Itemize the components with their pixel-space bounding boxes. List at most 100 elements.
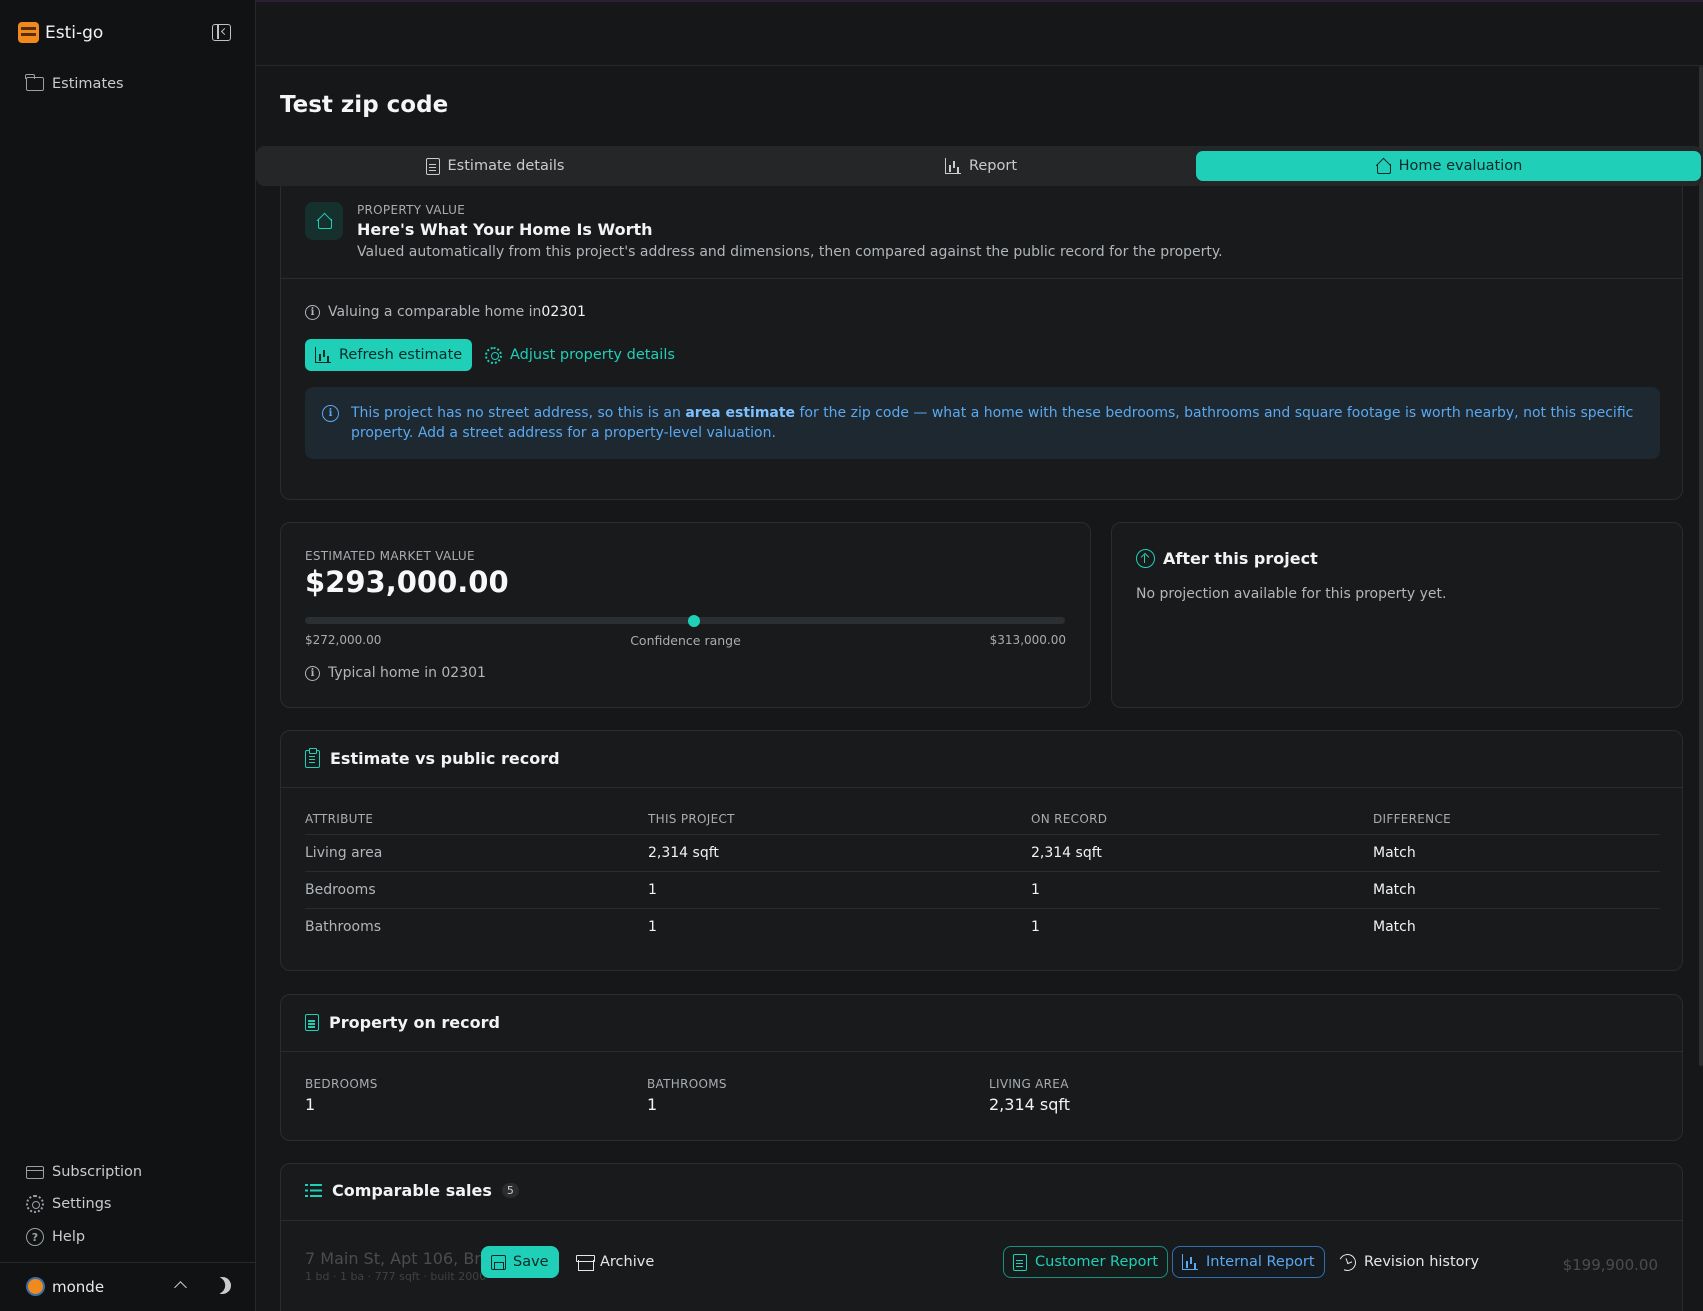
sidebar-item-label: Estimates	[52, 76, 124, 92]
divider	[281, 278, 1682, 279]
archive-icon	[576, 1254, 595, 1271]
button-label: Adjust property details	[510, 347, 675, 363]
credit-card-icon	[26, 1165, 44, 1179]
info-icon: i	[322, 405, 339, 422]
column-header: ATTRIBUTE	[305, 812, 374, 826]
property-record-title: Property on record	[305, 1013, 500, 1032]
collapse-sidebar-icon[interactable]	[212, 24, 231, 41]
top-header	[256, 0, 1703, 66]
gear-icon	[26, 1195, 44, 1213]
sidebar-item-settings[interactable]: Settings	[26, 1195, 111, 1213]
sidebar-item-help[interactable]: ? Help	[26, 1228, 85, 1246]
sidebar: Esti-go Estimates Subscription Settings …	[0, 0, 256, 1311]
after-project-title: After this project	[1136, 549, 1318, 568]
sidebar-item-label: Help	[52, 1229, 86, 1245]
gear-icon	[485, 346, 502, 364]
card-description: Valued automatically from this project's…	[357, 244, 1223, 260]
section-heading: Estimate vs public record	[330, 749, 560, 768]
brand[interactable]: Esti-go	[18, 22, 103, 43]
section-heading: Property on record	[329, 1013, 500, 1032]
save-button[interactable]: Save	[481, 1246, 559, 1278]
comparison-card: Estimate vs public record ATTRIBUTE THIS…	[280, 730, 1683, 971]
chevron-up-icon[interactable]	[174, 1281, 187, 1294]
zip-code: 02301	[541, 304, 586, 320]
record-label: BEDROOMS	[305, 1077, 378, 1091]
card-description: No projection available for this propert…	[1136, 586, 1447, 602]
folder-icon	[25, 74, 44, 91]
range-label: Confidence range	[630, 633, 741, 648]
internal-report-button[interactable]: Internal Report	[1172, 1246, 1325, 1278]
document-icon	[1013, 1253, 1027, 1271]
table-cell: Living area	[305, 845, 383, 861]
table-cell: Match	[1373, 845, 1416, 861]
tab-estimate-details[interactable]: Estimate details	[261, 151, 729, 181]
table-cell: Bedrooms	[305, 882, 376, 898]
table-row: Living area 2,314 sqft 2,314 sqft Match	[305, 835, 1660, 872]
button-label: Revision history	[1364, 1254, 1480, 1270]
tab-bar: Estimate details Report Home evaluation	[256, 146, 1703, 186]
tab-home-evaluation[interactable]: Home evaluation	[1196, 151, 1701, 181]
divider	[281, 1051, 1682, 1052]
customer-report-button[interactable]: Customer Report	[1003, 1246, 1169, 1278]
tab-label: Home evaluation	[1398, 158, 1523, 174]
document-icon	[305, 1014, 319, 1031]
table-cell: 2,314 sqft	[648, 845, 719, 861]
comparison-table: ATTRIBUTE THIS PROJECT ON RECORD DIFFERE…	[305, 809, 1660, 946]
table-cell: 1	[1031, 919, 1040, 935]
refresh-estimate-button[interactable]: Refresh estimate	[305, 339, 473, 371]
archive-button[interactable]: Archive	[576, 1246, 654, 1278]
moon-icon[interactable]	[211, 1274, 234, 1297]
tab-label: Report	[968, 158, 1018, 174]
button-label: Save	[513, 1254, 549, 1270]
card-heading: After this project	[1163, 549, 1318, 568]
typical-text: Typical home in 02301	[328, 665, 486, 681]
notice-bold: area estimate	[685, 405, 796, 421]
column-header: THIS PROJECT	[648, 812, 735, 826]
sidebar-item-label: Subscription	[52, 1164, 143, 1180]
table-row: Bathrooms 1 1 Match	[305, 909, 1660, 946]
sidebar-item-subscription[interactable]: Subscription	[26, 1164, 142, 1180]
divider	[281, 1220, 1682, 1221]
record-value: 1	[647, 1095, 658, 1114]
table-cell: 1	[648, 919, 657, 935]
table-cell: 2,314 sqft	[1031, 845, 1102, 861]
notice-text-1: This project has no street address, so t…	[351, 405, 686, 421]
adjust-property-details-button[interactable]: Adjust property details	[485, 339, 675, 371]
estimate-marker	[688, 614, 701, 627]
column-header: ON RECORD	[1031, 812, 1108, 826]
area-estimate-notice: i This project has no street address, so…	[305, 387, 1660, 459]
button-label: Internal Report	[1206, 1254, 1315, 1270]
count-badge: 5	[501, 1183, 519, 1198]
user-menu[interactable]: monde	[0, 1262, 256, 1311]
property-record-card: Property on record BEDROOMS 1 BATHROOMS …	[280, 994, 1683, 1141]
history-icon	[1336, 1251, 1359, 1273]
market-value: $293,000.00	[305, 565, 509, 599]
record-bathrooms: BATHROOMS 1	[647, 1077, 727, 1114]
tab-report[interactable]: Report	[747, 151, 1215, 181]
column-header: DIFFERENCE	[1373, 812, 1452, 826]
card-heading: Here's What Your Home Is Worth	[357, 220, 653, 239]
section-label: PROPERTY VALUE	[357, 203, 466, 217]
table-cell: 1	[1031, 882, 1040, 898]
valuing-location: i Valuing a comparable home in02301	[305, 304, 586, 320]
main-content: Test zip code Estimate details Report Ho…	[256, 0, 1703, 1311]
valuing-prefix: Valuing a comparable home in	[328, 304, 542, 320]
sidebar-item-estimates[interactable]: Estimates	[25, 74, 124, 92]
bottom-action-bar: Save Archive Customer Report Internal Re…	[256, 1237, 1703, 1287]
section-heading: Comparable sales	[332, 1181, 492, 1200]
record-label: LIVING AREA	[989, 1077, 1069, 1091]
table-header-row: ATTRIBUTE THIS PROJECT ON RECORD DIFFERE…	[305, 809, 1660, 835]
after-project-card: After this project No projection availab…	[1111, 522, 1683, 708]
comparison-title: Estimate vs public record	[305, 747, 560, 768]
typical-home-note: i Typical home in 02301	[305, 665, 486, 681]
record-value: 2,314 sqft	[989, 1095, 1071, 1114]
record-label: BATHROOMS	[647, 1077, 727, 1091]
bar-chart-icon	[944, 158, 961, 174]
scrollbar[interactable]	[1699, 66, 1703, 1066]
range-high: $313,000.00	[989, 633, 1066, 647]
clipboard-icon	[305, 747, 320, 768]
page-title: Test zip code	[280, 92, 449, 118]
tab-label: Estimate details	[447, 158, 565, 174]
revision-history-button[interactable]: Revision history	[1336, 1246, 1480, 1278]
record-bedrooms: BEDROOMS 1	[305, 1077, 378, 1114]
